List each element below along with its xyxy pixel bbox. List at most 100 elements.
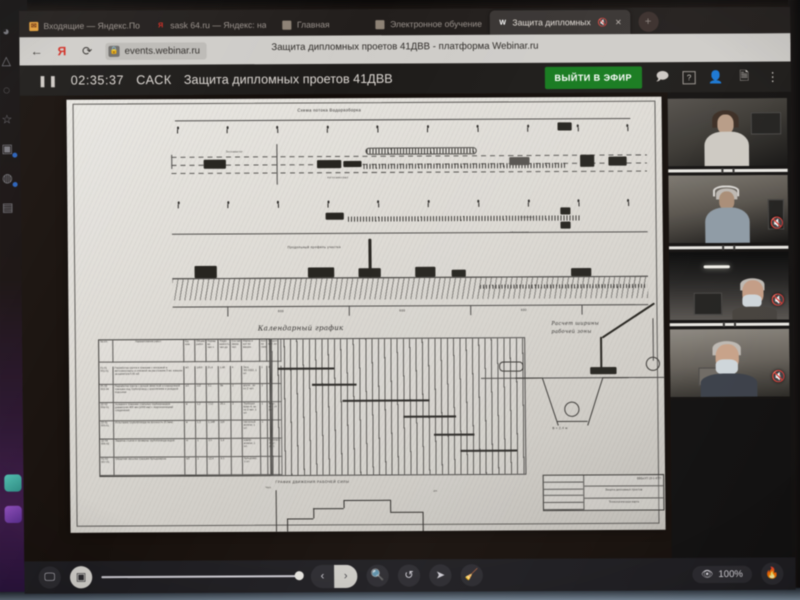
- close-icon[interactable]: ✕: [615, 17, 622, 26]
- eraser-icon[interactable]: 🧹: [460, 564, 483, 587]
- video-monitor-prop: [750, 112, 782, 135]
- files-icon[interactable]: 🗎: [736, 68, 752, 84]
- browser-tab-label: Электронное обучение: [389, 18, 483, 30]
- zone-title-line-2: рабочей зоны: [551, 328, 592, 335]
- calendar-cell: компр. агрегат, 1 шт.: [242, 438, 262, 458]
- reload-icon[interactable]: ⟳: [80, 44, 94, 58]
- next-slide-button[interactable]: ›: [334, 564, 358, 588]
- message-icon[interactable]: ◌: [0, 82, 15, 98]
- more-options-icon[interactable]: ⋮: [764, 70, 780, 84]
- pointer-icon[interactable]: ➤: [429, 564, 452, 587]
- zone-pipe-left: [499, 361, 524, 372]
- browser-tab-4-active[interactable]: W Защита дипломных 🔇 ✕: [489, 9, 631, 35]
- screen-share-icon[interactable]: 🖵: [38, 566, 61, 589]
- zoom-indicator[interactable]: 👁 100%: [691, 565, 753, 583]
- calendar-cell: 9м: [218, 383, 232, 403]
- speaker-muted-icon[interactable]: 🔇: [598, 17, 608, 26]
- pause-icon[interactable]: ❚❚: [38, 74, 59, 87]
- webinar-header: ❚❚ 02:35:37 САСК Защита дипломных проето…: [19, 61, 791, 96]
- video-tile-divider: [668, 168, 788, 173]
- calendar-cell: 01-02 007-01: [100, 457, 115, 476]
- taskbar-app-icon-2[interactable]: [4, 505, 22, 524]
- calendar-cell: Разработка грунта с ручной зачисткой и п…: [113, 384, 185, 403]
- plan-lower-machine: [325, 212, 344, 220]
- gantt-bar: [403, 415, 457, 418]
- browser-tab-3[interactable]: Электронное обучение: [368, 12, 491, 35]
- participant-tile-3[interactable]: 🔇: [669, 251, 790, 321]
- calendar-cell: 1,48: [218, 365, 232, 385]
- calendar-cell: 112: [195, 384, 207, 403]
- calendar-header-cell: Трудо- емкость чел-дн: [218, 339, 231, 363]
- profile-dim-tick-3: [470, 305, 472, 316]
- face-mask: [715, 359, 739, 375]
- participant-tile-2[interactable]: 🔇: [668, 174, 789, 244]
- new-tab-button[interactable]: +: [637, 11, 659, 32]
- calendar-cell: 1,4: [219, 439, 232, 458]
- bell-icon[interactable]: △: [0, 52, 15, 68]
- help-icon[interactable]: ?: [682, 70, 696, 84]
- calendar-cell: 26,1: [219, 402, 232, 422]
- zone-dim-label: B = 2,4 м: [552, 425, 568, 431]
- star-icon[interactable]: ☆: [0, 111, 15, 127]
- drawing-title-block: ВВБиУП 15-1-4ПП Защита дипломных проетов…: [542, 474, 665, 512]
- slide-pager: ‹ ›: [310, 564, 358, 588]
- browser-tab-2[interactable]: Главная: [275, 13, 368, 36]
- screen-surface: ◕ △ ◌ ☆ ▣ ◍ ▤ ✉ Входящие — Яндекс.По Я s…: [0, 0, 800, 600]
- slider-knob[interactable]: [294, 571, 304, 581]
- participants-icon[interactable]: 👤: [708, 70, 724, 84]
- labor-riser: [287, 518, 289, 533]
- participant-tile-1[interactable]: [667, 97, 788, 167]
- flame-icon[interactable]: 🔥: [761, 562, 784, 585]
- plan-pipe-string-2: [363, 162, 567, 169]
- participants-video-list: 🔇 🔇 🔇: [667, 92, 796, 561]
- browser-tab-0[interactable]: ✉ Входящие — Яндекс.По: [21, 14, 148, 37]
- yandex-logo-icon[interactable]: Я: [55, 44, 69, 58]
- labor-step: [390, 511, 423, 513]
- plan-axis-lower: [171, 170, 648, 175]
- participant-tile-4[interactable]: 🔇: [669, 328, 790, 398]
- mail-icon: ✉: [29, 21, 39, 31]
- section-title: Продольный профиль участка: [287, 245, 341, 250]
- back-arrow-icon[interactable]: ←: [29, 44, 43, 58]
- calendar-cell: 1,148: [207, 421, 220, 440]
- zone-crane-mast: [600, 336, 603, 372]
- plan-axis-upper: [171, 154, 647, 158]
- lock-icon: 🔒: [108, 45, 120, 57]
- zone-title-line-1: Расчет ширины: [551, 320, 600, 327]
- plan-top-rail: [174, 118, 631, 122]
- clock-icon[interactable]: ◍: [0, 170, 18, 188]
- url-input[interactable]: 🔒 events.webinar.ru: [105, 41, 208, 60]
- go-live-button[interactable]: ВЫЙТИ В ЭФИР: [544, 66, 643, 90]
- calendar-cell: Обратная засыпка траншеи бульдозером: [114, 457, 186, 476]
- calendar-cell: Разработка грунта в траншее с погрузкой …: [113, 366, 185, 385]
- apps-icon[interactable]: ▣: [0, 140, 18, 158]
- browser-tab-1[interactable]: Я sask 64.ru — Яндекс: на: [148, 14, 275, 37]
- undo-icon[interactable]: ↺: [397, 564, 421, 587]
- notes-icon[interactable]: ▤: [0, 199, 16, 215]
- zone-load-circle: [645, 356, 661, 371]
- calendar-header-cell: Норма вр. чел-ч: [206, 339, 219, 363]
- browser-tab-label: Защита дипломных: [512, 17, 591, 28]
- prev-slide-button[interactable]: ‹: [311, 564, 334, 587]
- magnifier-icon[interactable]: 🔍: [366, 564, 389, 587]
- labor-riser: [422, 511, 424, 532]
- labor-force-chart: [275, 489, 449, 533]
- calendar-cell: 2,5: [207, 439, 220, 458]
- presentation-progress-slider[interactable]: [101, 565, 304, 588]
- yandex-icon: Я: [158, 21, 164, 29]
- zone-hoist-line: [652, 318, 654, 361]
- title-block-project: Защита дипломных проетов: [584, 486, 664, 499]
- calendar-cell: 01-01 001-01: [99, 366, 114, 385]
- presentation-icon[interactable]: ▣: [69, 566, 93, 589]
- labor-chart-title: ГРАФИК ДВИЖЕНИЯ РАБОЧЕЙ СИЛЫ: [275, 479, 350, 485]
- profile-icon[interactable]: ◕: [0, 23, 14, 39]
- calendar-cell: Трубоукл. Кран-4, зв-но 2 чел. 1 шт.: [242, 401, 261, 421]
- plan-callout-1: Экскаватор: [225, 150, 243, 154]
- calendar-cell: вручн., зв-но 2 чел.: [242, 383, 261, 403]
- taskbar-app-icon-1[interactable]: [3, 474, 22, 492]
- chat-icon[interactable]: 🗩: [654, 69, 670, 84]
- detail-symbol-2: [560, 221, 571, 229]
- calendar-cell: 1,2: [196, 421, 208, 440]
- slide-viewport[interactable]: Схема потока Водоразборка Экскаватор Авт…: [19, 92, 672, 564]
